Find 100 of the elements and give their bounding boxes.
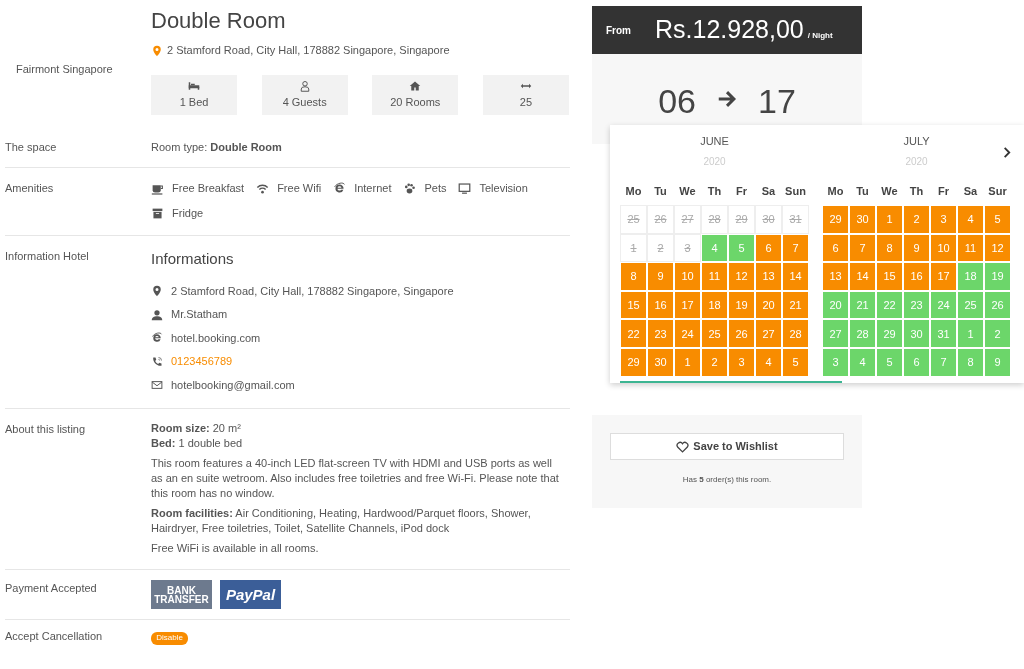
- day-cell[interactable]: 3: [674, 233, 701, 263]
- day-cell[interactable]: 29: [876, 319, 903, 349]
- day-cell[interactable]: 26: [984, 290, 1011, 320]
- day-cell[interactable]: 3: [822, 348, 849, 377]
- day-cell[interactable]: 3: [728, 348, 755, 377]
- day-cell[interactable]: 14: [782, 262, 809, 291]
- day-cell[interactable]: 12: [984, 233, 1011, 263]
- day-cell[interactable]: 2: [701, 348, 728, 377]
- day-cell[interactable]: 27: [822, 319, 849, 349]
- day-cell[interactable]: 23: [903, 290, 930, 320]
- day-cell[interactable]: 2: [984, 319, 1011, 349]
- day-cell[interactable]: 14: [849, 262, 876, 291]
- day-cell[interactable]: 10: [674, 262, 701, 291]
- day-cell[interactable]: 4: [849, 348, 876, 377]
- day-cell[interactable]: 4: [755, 348, 782, 377]
- day-cell[interactable]: 31: [782, 205, 809, 234]
- day-cell[interactable]: 25: [701, 319, 728, 349]
- day-cell[interactable]: 27: [755, 319, 782, 349]
- day-cell[interactable]: 20: [822, 290, 849, 320]
- day-cell[interactable]: 8: [876, 233, 903, 263]
- day-cell[interactable]: 19: [984, 262, 1011, 291]
- day-cell[interactable]: 8: [620, 262, 647, 291]
- day-cell[interactable]: 30: [849, 205, 876, 234]
- day-cell[interactable]: 17: [930, 262, 957, 291]
- day-cell[interactable]: 15: [620, 290, 647, 320]
- day-cell[interactable]: 26: [728, 319, 755, 349]
- day-cell[interactable]: 22: [876, 290, 903, 320]
- day-cell[interactable]: 6: [903, 348, 930, 377]
- bank-transfer-logo: BANK TRANSFER: [151, 580, 212, 610]
- day-cell[interactable]: 9: [903, 233, 930, 263]
- amenity-label: Fridge: [172, 205, 204, 221]
- orders-text: Has 5 order(s) this room.: [681, 474, 773, 486]
- check-out-day[interactable]: 17: [758, 76, 796, 127]
- day-cell[interactable]: 24: [674, 319, 701, 349]
- day-cell[interactable]: 30: [647, 348, 674, 377]
- day-cell[interactable]: 30: [755, 205, 782, 234]
- day-cell[interactable]: 20: [755, 290, 782, 320]
- day-cell[interactable]: 1: [620, 233, 647, 263]
- day-cell[interactable]: 5: [728, 233, 755, 263]
- heart-icon: [676, 440, 690, 453]
- day-cell[interactable]: 13: [822, 262, 849, 291]
- day-cell[interactable]: 25: [957, 290, 984, 320]
- day-cell[interactable]: 9: [984, 348, 1011, 377]
- day-cell[interactable]: 29: [620, 348, 647, 377]
- day-cell[interactable]: 1: [876, 205, 903, 234]
- map-marker-icon: [151, 285, 163, 298]
- day-cell[interactable]: 7: [849, 233, 876, 263]
- globe-e-icon: [151, 332, 163, 345]
- day-cell[interactable]: 21: [849, 290, 876, 320]
- day-cell[interactable]: 8: [957, 348, 984, 377]
- day-cell[interactable]: 29: [728, 205, 755, 234]
- day-cell[interactable]: 1: [674, 348, 701, 377]
- day-cell[interactable]: 19: [728, 290, 755, 320]
- day-cell[interactable]: 2: [647, 233, 674, 263]
- day-cell[interactable]: 31: [930, 319, 957, 349]
- day-cell[interactable]: 23: [647, 319, 674, 349]
- day-cell[interactable]: 4: [957, 205, 984, 234]
- wishlist-button[interactable]: Save to Wishlist: [610, 433, 844, 460]
- day-cell[interactable]: 12: [728, 262, 755, 291]
- day-cell[interactable]: 11: [957, 233, 984, 263]
- day-cell[interactable]: 2: [903, 205, 930, 234]
- feature-label: 1 Bed: [179, 94, 209, 110]
- day-cell[interactable]: 5: [984, 205, 1011, 234]
- day-cell[interactable]: 30: [903, 319, 930, 349]
- day-cell[interactable]: 18: [957, 262, 984, 291]
- day-cell[interactable]: 4: [701, 233, 728, 263]
- monitor-icon: [458, 182, 472, 196]
- day-cell[interactable]: 22: [620, 319, 647, 349]
- weekday-label: Fr: [937, 183, 950, 199]
- day-cell[interactable]: 5: [876, 348, 903, 377]
- phone-icon: [151, 355, 163, 368]
- phone-link[interactable]: 0123456789: [171, 353, 233, 370]
- day-cell[interactable]: 21: [782, 290, 809, 320]
- day-cell[interactable]: 6: [755, 233, 782, 263]
- day-cell[interactable]: 11: [701, 262, 728, 291]
- day-cell[interactable]: 24: [930, 290, 957, 320]
- day-cell[interactable]: 26: [647, 205, 674, 234]
- day-cell[interactable]: 28: [782, 319, 809, 349]
- check-in-day[interactable]: 06: [658, 76, 696, 127]
- day-cell[interactable]: 28: [849, 319, 876, 349]
- day-cell[interactable]: 10: [930, 233, 957, 263]
- day-cell[interactable]: 7: [782, 233, 809, 263]
- day-cell[interactable]: 28: [701, 205, 728, 234]
- day-cell[interactable]: 13: [755, 262, 782, 291]
- day-cell[interactable]: 29: [822, 205, 849, 234]
- day-cell[interactable]: 3: [930, 205, 957, 234]
- day-cell[interactable]: 6: [822, 233, 849, 263]
- day-cell[interactable]: 16: [647, 290, 674, 320]
- day-cell[interactable]: 9: [647, 262, 674, 291]
- day-cell[interactable]: 17: [674, 290, 701, 320]
- next-month-chevron[interactable]: [1002, 147, 1011, 158]
- day-cell[interactable]: 18: [701, 290, 728, 320]
- day-cell[interactable]: 25: [620, 205, 647, 234]
- section-label: About this listing: [5, 422, 87, 438]
- day-cell[interactable]: 5: [782, 348, 809, 377]
- day-cell[interactable]: 15: [876, 262, 903, 291]
- day-cell[interactable]: 27: [674, 205, 701, 234]
- day-cell[interactable]: 16: [903, 262, 930, 291]
- day-cell[interactable]: 7: [930, 348, 957, 377]
- day-cell[interactable]: 1: [957, 319, 984, 349]
